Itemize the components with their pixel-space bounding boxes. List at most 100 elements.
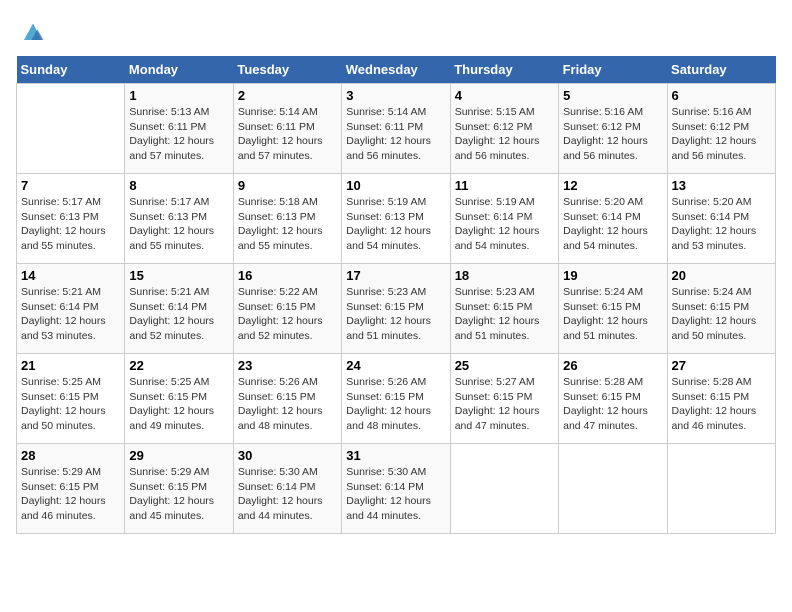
day-cell: 22 Sunrise: 5:25 AM Sunset: 6:15 PM Dayli… [125, 354, 233, 444]
day-cell: 16 Sunrise: 5:22 AM Sunset: 6:15 PM Dayli… [233, 264, 341, 354]
day-info: Sunrise: 5:23 AM Sunset: 6:15 PM Dayligh… [455, 285, 554, 344]
day-number: 19 [563, 268, 662, 283]
day-cell: 6 Sunrise: 5:16 AM Sunset: 6:12 PM Daylig… [667, 84, 775, 174]
day-number: 10 [346, 178, 445, 193]
day-cell [559, 444, 667, 534]
day-cell: 1 Sunrise: 5:13 AM Sunset: 6:11 PM Daylig… [125, 84, 233, 174]
day-info: Sunrise: 5:26 AM Sunset: 6:15 PM Dayligh… [346, 375, 445, 434]
day-info: Sunrise: 5:17 AM Sunset: 6:13 PM Dayligh… [129, 195, 228, 254]
day-info: Sunrise: 5:17 AM Sunset: 6:13 PM Dayligh… [21, 195, 120, 254]
day-info: Sunrise: 5:29 AM Sunset: 6:15 PM Dayligh… [129, 465, 228, 524]
week-row-4: 21Sunrise: 5:25 AM Sunset: 6:15 PM Dayli… [17, 354, 776, 444]
week-row-5: 28 Sunrise: 5:29 AM Sunset: 6:15 PM Dayli… [17, 444, 776, 534]
day-number: 4 [455, 88, 554, 103]
day-cell: 26 Sunrise: 5:28 AM Sunset: 6:15 PM Dayli… [559, 354, 667, 444]
day-number: 27 [672, 358, 771, 373]
day-number: 6 [672, 88, 771, 103]
header-row: SundayMondayTuesdayWednesdayThursdayFrid… [17, 56, 776, 84]
day-number: 24 [346, 358, 445, 373]
day-number: 7 [21, 178, 120, 193]
day-cell: 10 Sunrise: 5:19 AM Sunset: 6:13 PM Dayli… [342, 174, 450, 264]
day-cell: 3 Sunrise: 5:14 AM Sunset: 6:11 PM Daylig… [342, 84, 450, 174]
logo [16, 16, 48, 46]
day-info: Sunrise: 5:14 AM Sunset: 6:11 PM Dayligh… [238, 105, 337, 164]
day-number: 31 [346, 448, 445, 463]
week-row-2: 7 Sunrise: 5:17 AM Sunset: 6:13 PM Daylig… [17, 174, 776, 264]
day-cell: 17 Sunrise: 5:23 AM Sunset: 6:15 PM Dayli… [342, 264, 450, 354]
day-number: 14 [21, 268, 120, 283]
day-info: Sunrise: 5:21 AM Sunset: 6:14 PM Dayligh… [129, 285, 228, 344]
day-number: 23 [238, 358, 337, 373]
day-cell [17, 84, 125, 174]
day-cell: 28 Sunrise: 5:29 AM Sunset: 6:15 PM Dayli… [17, 444, 125, 534]
day-number: 9 [238, 178, 337, 193]
column-header-saturday: Saturday [667, 56, 775, 84]
day-cell: 8 Sunrise: 5:17 AM Sunset: 6:13 PM Daylig… [125, 174, 233, 264]
day-cell: 11 Sunrise: 5:19 AM Sunset: 6:14 PM Dayli… [450, 174, 558, 264]
column-header-sunday: Sunday [17, 56, 125, 84]
day-number: 12 [563, 178, 662, 193]
day-cell: 14Sunrise: 5:21 AM Sunset: 6:14 PM Dayli… [17, 264, 125, 354]
day-number: 5 [563, 88, 662, 103]
day-cell: 23 Sunrise: 5:26 AM Sunset: 6:15 PM Dayli… [233, 354, 341, 444]
week-row-1: 1 Sunrise: 5:13 AM Sunset: 6:11 PM Daylig… [17, 84, 776, 174]
week-row-3: 14 Sunrise: 5:21 AM Sunset: 6:14 PM Dayli… [17, 264, 776, 354]
column-header-monday: Monday [125, 56, 233, 84]
day-number: 20 [672, 268, 771, 283]
day-info: Sunrise: 5:22 AM Sunset: 6:15 PM Dayligh… [238, 285, 337, 344]
day-number: 18 [455, 268, 554, 283]
day-info: Sunrise: 5:20 AM Sunset: 6:14 PM Dayligh… [672, 195, 771, 254]
day-cell: 25Sunrise: 5:27 AM Sunset: 6:15 PM Dayli… [450, 354, 558, 444]
day-info: Sunrise: 5:30 AM Sunset: 6:14 PM Dayligh… [346, 465, 445, 524]
day-number: 8 [129, 178, 228, 193]
day-number: 2 [238, 88, 337, 103]
day-info: Sunrise: 5:29 AM Sunset: 6:15 PM Dayligh… [21, 465, 120, 524]
day-info: Sunrise: 5:28 AM Sunset: 6:15 PM Dayligh… [563, 375, 662, 434]
day-info: Sunrise: 5:24 AM Sunset: 6:15 PM Dayligh… [672, 285, 771, 344]
day-number: 3 [346, 88, 445, 103]
day-cell: 13 Sunrise: 5:20 AM Sunset: 6:14 PM Dayli… [667, 174, 775, 264]
day-number: 26 [563, 358, 662, 373]
day-cell: 30Sunrise: 5:30 AM Sunset: 6:14 PM Dayli… [233, 444, 341, 534]
day-info: Sunrise: 5:19 AM Sunset: 6:14 PM Dayligh… [455, 195, 554, 254]
day-number: 13 [672, 178, 771, 193]
day-info: Sunrise: 5:16 AM Sunset: 6:12 PM Dayligh… [672, 105, 771, 164]
day-cell: 18 Sunrise: 5:23 AM Sunset: 6:15 PM Dayli… [450, 264, 558, 354]
day-cell: 31 Sunrise: 5:30 AM Sunset: 6:14 PM Dayli… [342, 444, 450, 534]
calendar-table: SundayMondayTuesdayWednesdayThursdayFrid… [16, 56, 776, 534]
day-info: Sunrise: 5:13 AM Sunset: 6:11 PM Dayligh… [129, 105, 228, 164]
day-cell: 27 Sunrise: 5:28 AM Sunset: 6:15 PM Dayli… [667, 354, 775, 444]
page-header [16, 16, 776, 46]
day-info: Sunrise: 5:19 AM Sunset: 6:13 PM Dayligh… [346, 195, 445, 254]
day-info: Sunrise: 5:14 AM Sunset: 6:11 PM Dayligh… [346, 105, 445, 164]
column-header-wednesday: Wednesday [342, 56, 450, 84]
day-cell: 5Sunrise: 5:16 AM Sunset: 6:12 PM Daylig… [559, 84, 667, 174]
day-info: Sunrise: 5:23 AM Sunset: 6:15 PM Dayligh… [346, 285, 445, 344]
day-info: Sunrise: 5:20 AM Sunset: 6:14 PM Dayligh… [563, 195, 662, 254]
day-cell: 20 Sunrise: 5:24 AM Sunset: 6:15 PM Dayli… [667, 264, 775, 354]
day-info: Sunrise: 5:25 AM Sunset: 6:15 PM Dayligh… [21, 375, 120, 434]
day-number: 15 [129, 268, 228, 283]
day-number: 16 [238, 268, 337, 283]
day-number: 1 [129, 88, 228, 103]
day-cell [667, 444, 775, 534]
day-number: 22 [129, 358, 228, 373]
day-cell: 21Sunrise: 5:25 AM Sunset: 6:15 PM Dayli… [17, 354, 125, 444]
day-cell: 4Sunrise: 5:15 AM Sunset: 6:12 PM Daylig… [450, 84, 558, 174]
day-info: Sunrise: 5:18 AM Sunset: 6:13 PM Dayligh… [238, 195, 337, 254]
day-number: 30 [238, 448, 337, 463]
day-info: Sunrise: 5:28 AM Sunset: 6:15 PM Dayligh… [672, 375, 771, 434]
day-cell: 29Sunrise: 5:29 AM Sunset: 6:15 PM Dayli… [125, 444, 233, 534]
day-info: Sunrise: 5:25 AM Sunset: 6:15 PM Dayligh… [129, 375, 228, 434]
logo-icon [18, 16, 48, 46]
day-number: 17 [346, 268, 445, 283]
day-number: 11 [455, 178, 554, 193]
column-header-thursday: Thursday [450, 56, 558, 84]
day-cell: 12 Sunrise: 5:20 AM Sunset: 6:14 PM Dayli… [559, 174, 667, 264]
column-header-tuesday: Tuesday [233, 56, 341, 84]
day-cell [450, 444, 558, 534]
day-cell: 9 Sunrise: 5:18 AM Sunset: 6:13 PM Daylig… [233, 174, 341, 264]
day-number: 28 [21, 448, 120, 463]
day-info: Sunrise: 5:26 AM Sunset: 6:15 PM Dayligh… [238, 375, 337, 434]
day-cell: 7 Sunrise: 5:17 AM Sunset: 6:13 PM Daylig… [17, 174, 125, 264]
